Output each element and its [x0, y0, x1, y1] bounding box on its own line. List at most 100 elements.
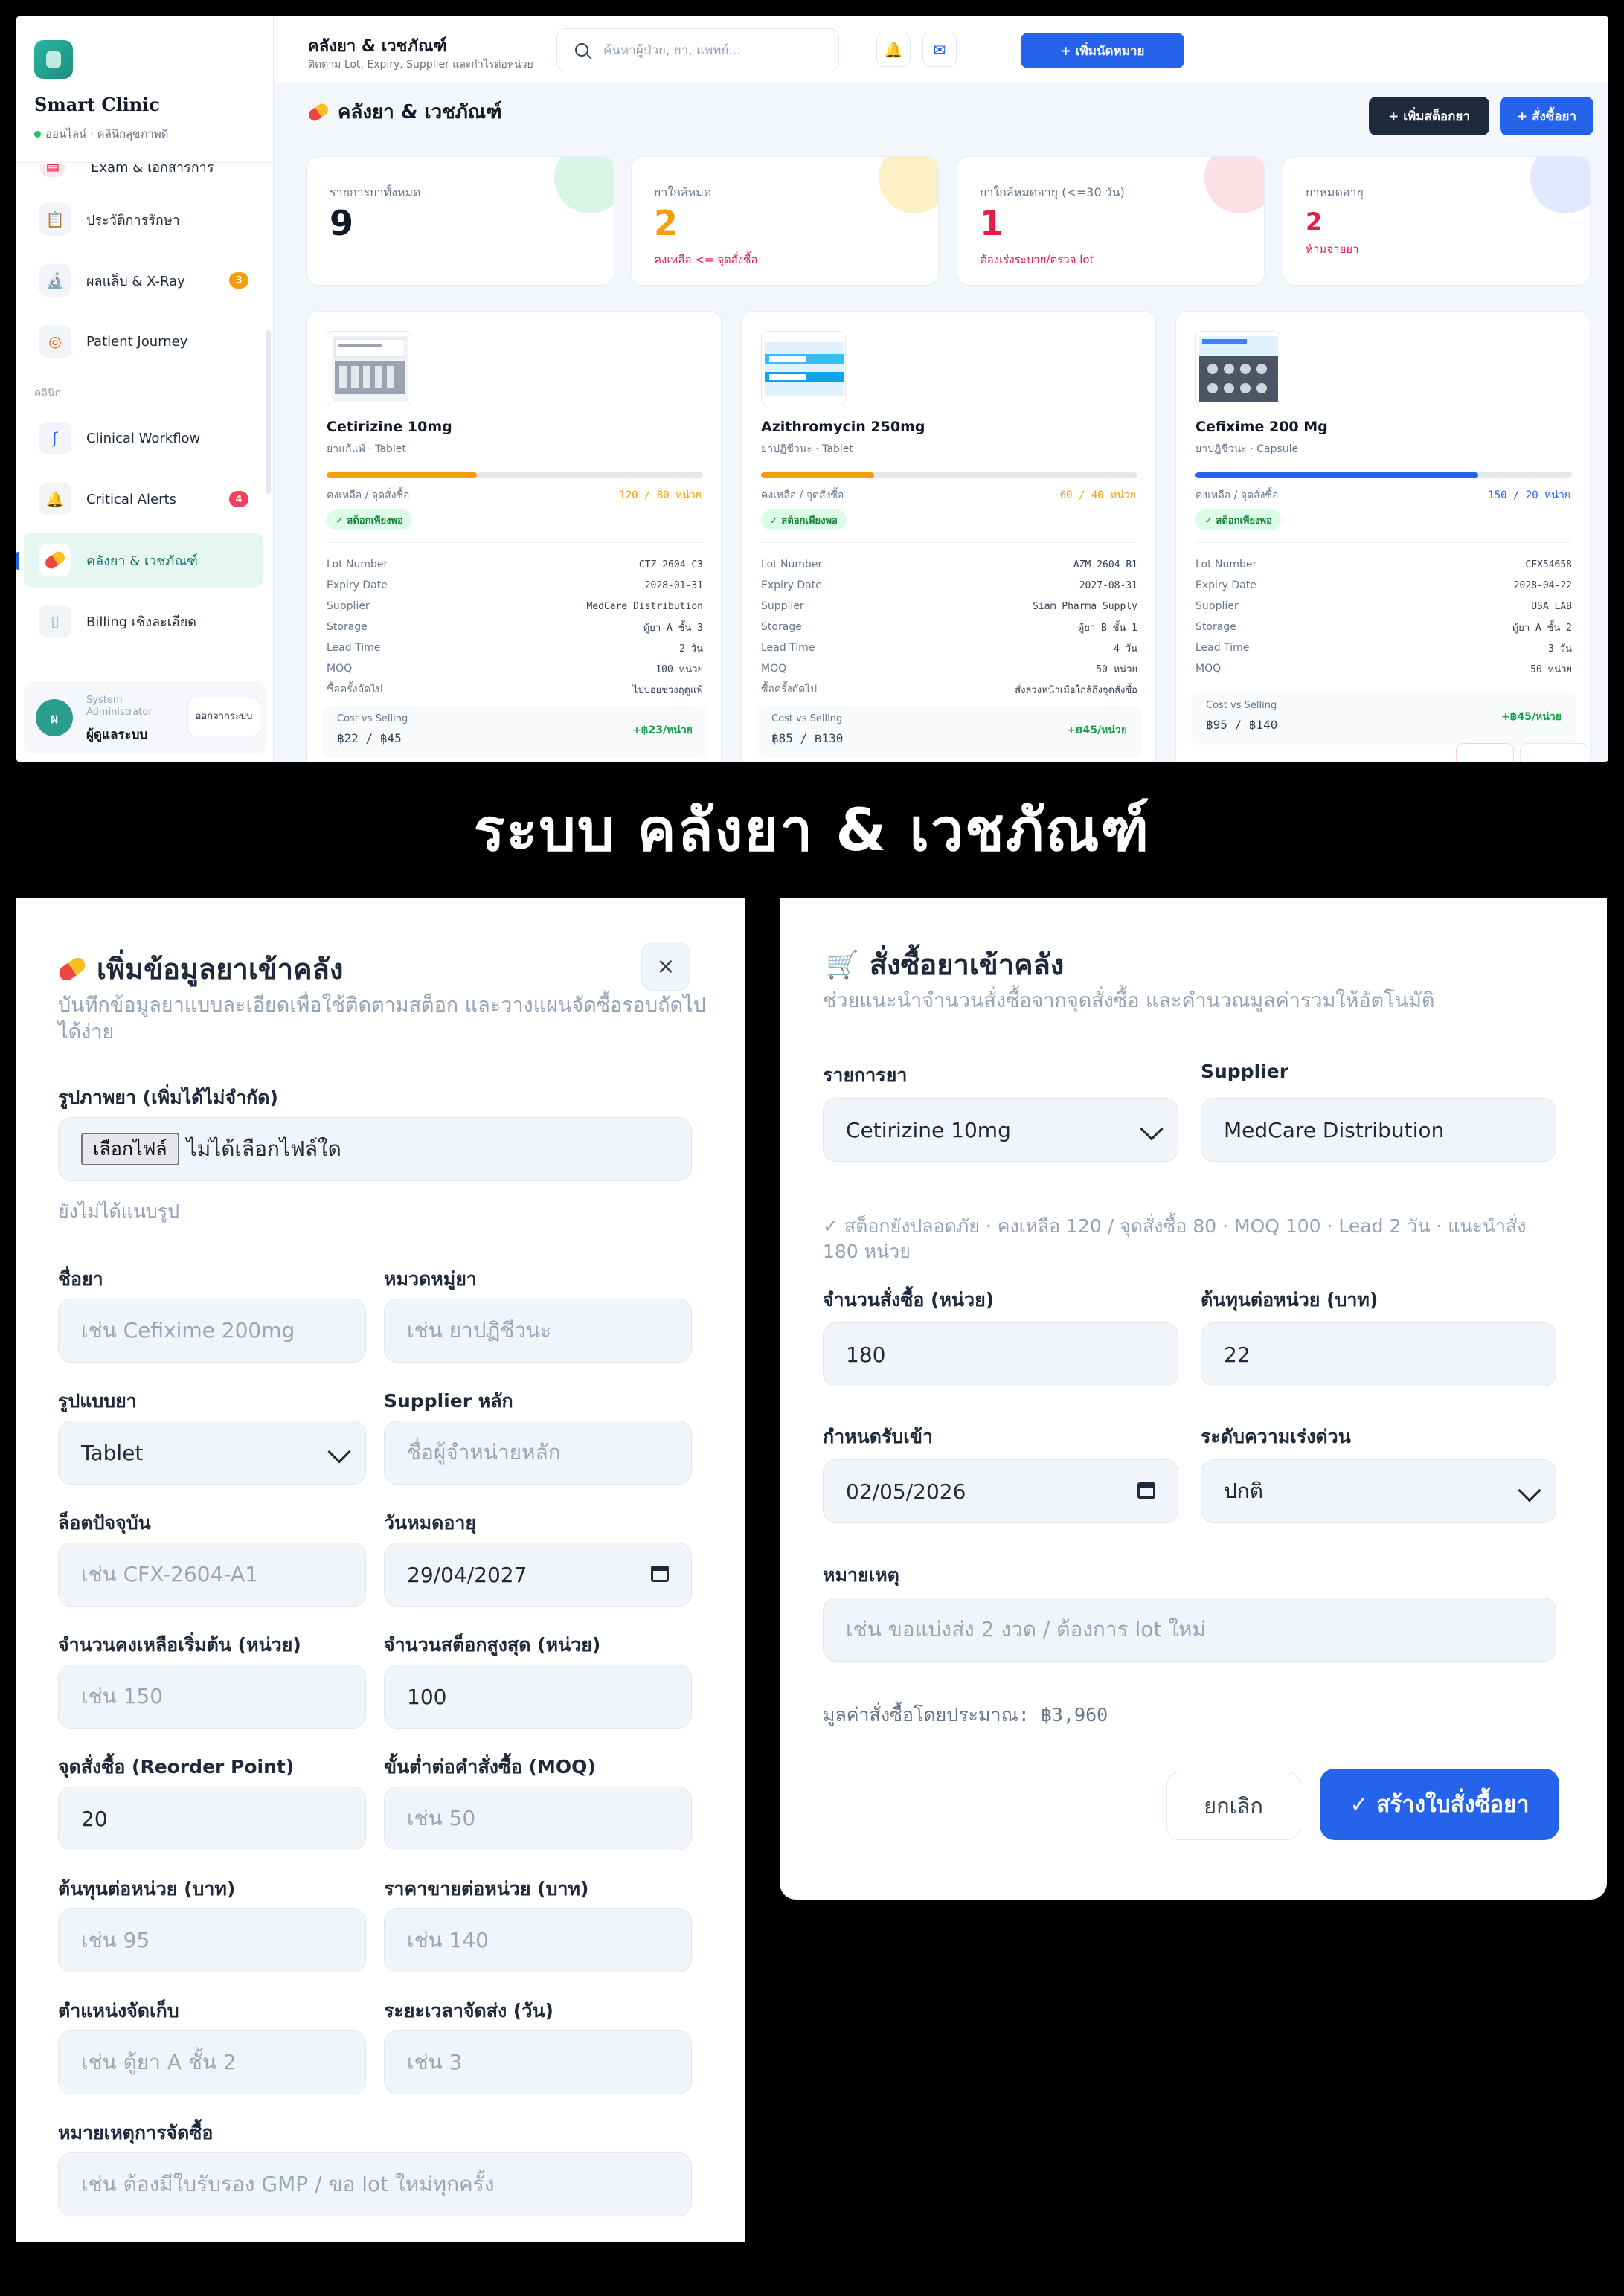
stethoscope-icon: ʃ — [39, 422, 71, 454]
search-input[interactable]: ค้นหาผู้ป่วย, ยา, แพทย์... — [556, 28, 839, 71]
sidebar-item-critical-alerts[interactable]: 🔔 Critical Alerts 4 — [24, 472, 263, 527]
order-note-input[interactable]: เช่น ขอแบ่งส่ง 2 งวด / ต้องการ lot ใหม่ — [823, 1598, 1556, 1662]
purchase-note-input[interactable]: เช่น ต้องมีใบรับรอง GMP / ขอ lot ใหม่ทุก… — [58, 2152, 692, 2216]
add-appointment-button[interactable]: + เพิ่มนัดหมาย — [1021, 33, 1184, 68]
calendar-icon[interactable] — [1137, 1482, 1155, 1499]
sidebar: Smart Clinic ออนไลน์ · คลินิกสุขภาพดี ▤ … — [16, 16, 274, 762]
image-file-input[interactable]: เลือกไฟล์ ไม่ได้เลือกไฟล์ใด — [58, 1117, 692, 1181]
drug-category: ยาแก้แพ้ · Tablet — [327, 443, 406, 455]
storage-location-input[interactable]: เช่น ตู้ยา A ชั้น 2 — [58, 2030, 366, 2094]
unit-price-input[interactable]: เช่น 140 — [384, 1908, 692, 1972]
status-badge: ✓ สต็อกเพียงพอ — [327, 509, 412, 530]
add-drug-modal: เพิ่มข้อมูลยาเข้าคลัง × บันทึกข้อมูลยาแบ… — [16, 898, 745, 2242]
drug-category-input[interactable]: เช่น ยาปฏิชีวนะ — [384, 1299, 692, 1363]
clipboard-icon: 📋 — [39, 203, 71, 236]
supplier-input[interactable]: MedCare Distribution — [1201, 1098, 1556, 1162]
sidebar-item-lab-xray[interactable]: 🔬 ผลแล็บ & X-Ray 3 — [24, 253, 263, 308]
sidebar-item-patient-journey[interactable]: ◎ Patient Journey — [24, 314, 263, 369]
cost-vs-selling: Cost vs Selling ฿95 / ฿140 +฿45/หน่วย — [1191, 692, 1576, 745]
user-name: ผู้ดูแลระบบ — [86, 727, 148, 742]
sidebar-item-exam[interactable]: ▤ Exam & เอกสารการตรวจ — [40, 164, 241, 180]
cart-icon: 🛒 — [826, 949, 859, 980]
sidebar-divider — [16, 162, 274, 163]
order-qty-input[interactable]: 180 — [823, 1322, 1178, 1386]
chevron-down-icon — [1518, 1479, 1541, 1502]
no-image-text: ยังไม่ได้แนบรูป — [58, 1200, 180, 1222]
brand-name: Smart Clinic — [34, 94, 160, 115]
sidebar-item-clinical-workflow[interactable]: ʃ Clinical Workflow — [24, 411, 263, 466]
modal-title: เพิ่มข้อมูลยาเข้าคลัง — [56, 946, 343, 991]
drug-image — [761, 331, 846, 405]
cost-vs-selling: Cost vs Selling ฿22 / ฿45 +฿23/หน่วย — [322, 706, 707, 758]
modal-subtitle: บันทึกข้อมูลยาแบบละเอียดเพื่อใช้ติดตามสต… — [58, 994, 706, 1044]
order-drug-modal: 🛒 สั่งซื้อยาเข้าคลัง ช่วยแนะนำจำนวนสั่งซ… — [780, 898, 1607, 1900]
max-stock-input[interactable]: 100 — [384, 1665, 692, 1729]
bell-icon: 🔔 — [884, 41, 903, 59]
drug-card-cetirizine[interactable]: Cetirizine 10mg ยาแก้แพ้ · Tablet คงเหลื… — [306, 311, 722, 762]
header-subtitle: ติดตาม Lot, Expiry, Supplier และกำไรต่อห… — [308, 59, 533, 71]
messages-button[interactable]: ✉ — [922, 33, 957, 67]
stock-progress-bar — [1195, 472, 1572, 478]
main-supplier-input[interactable]: ชื่อผู้จำหน่ายหลัก — [384, 1421, 692, 1485]
choose-file-button[interactable]: เลือกไฟล์ — [81, 1133, 179, 1165]
chat-icon: ✉ — [933, 41, 946, 59]
stat-near-expiry: ยาใกล้หมดอายุ (<=30 วัน) 1 ต้องเร่งระบาย… — [957, 156, 1265, 286]
drug-card-cefixime[interactable]: Cefixime 200 Mg ยาปฏิชีวนะ · Capsule คงเ… — [1175, 311, 1591, 762]
search-icon — [575, 43, 588, 57]
moq-input[interactable]: เช่น 50 — [384, 1787, 692, 1850]
feature-banner: ระบบ คลังยา & เวชภัณฑ์ — [473, 797, 1151, 864]
drug-image — [327, 331, 411, 405]
expiry-date-input[interactable]: 29/04/2027 — [384, 1543, 692, 1607]
avatar: ผ — [36, 699, 73, 736]
drug-name: Cefixime 200 Mg — [1195, 419, 1328, 435]
page-title: คลังยา & เวชภัณฑ์ — [306, 97, 502, 127]
chevron-down-icon — [327, 1440, 351, 1464]
drug-name-input[interactable]: เช่น Cefixime 200mg — [58, 1299, 366, 1363]
clinic-logo-icon — [34, 40, 73, 79]
user-profile: ผ System Administrator ผู้ดูแลระบบ ออกจา… — [24, 681, 266, 754]
pill-icon — [39, 544, 71, 576]
sidebar-item-billing[interactable]: ▯ Billing เชิงละเอียด — [24, 594, 263, 649]
sidebar-item-pharmacy[interactable]: คลังยา & เวชภัณฑ์ — [16, 533, 263, 588]
pill-icon — [306, 100, 331, 123]
current-lot-input[interactable]: เช่น CFX-2604-A1 — [58, 1543, 366, 1607]
notification-bell-button[interactable]: 🔔 — [876, 33, 911, 67]
target-icon: ◎ — [39, 325, 71, 358]
calendar-icon[interactable] — [651, 1566, 669, 1582]
stock-value: 120 / 80 หน่วย — [619, 489, 702, 501]
unit-cost-input[interactable]: 22 — [1201, 1322, 1556, 1386]
receive-date-input[interactable]: 02/05/2026 — [823, 1459, 1178, 1523]
inventory-dashboard: Smart Clinic ออนไลน์ · คลินิกสุขภาพดี ▤ … — [16, 16, 1608, 762]
drug-card-azithromycin[interactable]: Azithromycin 250mg ยาปฏิชีวนะ · Tablet ค… — [741, 311, 1156, 762]
status-badge: ✓ สต็อกเพียงพอ — [761, 509, 847, 530]
drug-form-select[interactable]: Tablet — [58, 1421, 366, 1485]
lead-time-input[interactable]: เช่น 3 — [384, 2030, 692, 2094]
pill-icon — [56, 954, 89, 983]
drug-category: ยาปฏิชีวนะ · Tablet — [761, 443, 853, 455]
close-button[interactable]: × — [641, 942, 690, 991]
receipt-icon: ▯ — [39, 605, 71, 637]
cancel-button[interactable]: ยกเลิก — [1166, 1772, 1300, 1840]
section-label-clinic: คลินิก — [34, 388, 61, 399]
sidebar-item-treatment-history[interactable]: 📋 ประวัติการรักษา — [24, 192, 263, 247]
drug-details: Lot Number CFX54658 Expiry Date 2028-04-22… — [1195, 559, 1572, 675]
stock-progress-bar — [327, 472, 703, 478]
stat-expired: ยาหมดอายุ 2 ห้ามจ่ายยา — [1283, 156, 1591, 286]
add-stock-button[interactable]: + เพิ่มสต็อกยา — [1369, 97, 1489, 135]
urgency-select[interactable]: ปกติ — [1201, 1459, 1556, 1523]
close-icon: × — [656, 953, 675, 980]
drug-select[interactable]: Cetirizine 10mg — [823, 1098, 1178, 1162]
reorder-point-input[interactable]: 20 — [58, 1787, 366, 1850]
stat-low-stock: ยาใกล้หมด 2 คงเหลือ <= จุดสั่งซื้อ — [631, 156, 939, 286]
top-header: คลังยา & เวชภัณฑ์ ติดตาม Lot, Expiry, Su… — [274, 16, 1608, 83]
status-badge: ✓ สต็อกเพียงพอ — [1195, 509, 1281, 530]
logout-button[interactable]: ออกจากระบบ — [187, 698, 260, 736]
edit-drug-button[interactable] — [1520, 743, 1588, 762]
create-purchase-order-button[interactable]: ✓ สร้างใบสั่งซื้อยา — [1320, 1769, 1559, 1840]
unit-cost-input[interactable]: เช่น 95 — [58, 1908, 366, 1972]
order-drug-button[interactable]: + สั่งซื้อยา — [1500, 97, 1593, 135]
drug-name: Azithromycin 250mg — [761, 419, 925, 435]
sidebar-scrollbar[interactable] — [266, 330, 271, 494]
delete-drug-button[interactable] — [1456, 743, 1514, 762]
initial-qty-input[interactable]: เช่น 150 — [58, 1665, 366, 1729]
